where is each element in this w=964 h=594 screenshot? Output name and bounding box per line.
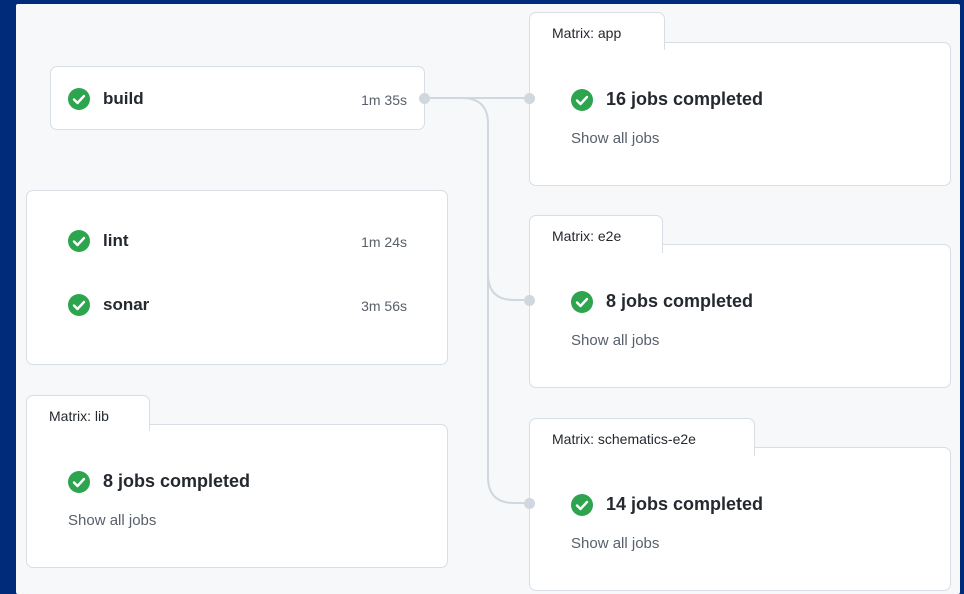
matrix-app: 16 jobs completed Show all jobs — [529, 42, 951, 186]
workflow-graph: build 1m 35s lint 1m 24s sonar 3m 56s Ma… — [16, 4, 960, 594]
matrix-title-tab: Matrix: lib — [26, 395, 150, 431]
check-circle-icon — [571, 89, 593, 111]
job-duration: 1m 24s — [361, 234, 407, 250]
matrix-lib: 8 jobs completed Show all jobs — [26, 424, 448, 568]
check-circle-icon — [68, 294, 90, 316]
connector-dot — [419, 93, 430, 104]
matrix-title: Matrix: app — [552, 25, 622, 41]
job-duration: 1m 35s — [361, 92, 407, 108]
matrix-title: Matrix: e2e — [552, 228, 622, 244]
matrix-schematics-e2e: 14 jobs completed Show all jobs — [529, 447, 951, 591]
connector-dot — [524, 498, 535, 509]
connector-dot — [524, 93, 535, 104]
job-lint[interactable]: lint 1m 24s — [27, 221, 447, 261]
matrix-title: Matrix: schematics-e2e — [552, 431, 696, 447]
matrix-title: Matrix: lib — [49, 408, 109, 424]
matrix-e2e: 8 jobs completed Show all jobs — [529, 244, 951, 388]
job-name: lint — [103, 231, 129, 250]
check-circle-icon — [571, 494, 593, 516]
matrix-title-tab: Matrix: schematics-e2e — [529, 418, 755, 456]
job-name: sonar — [103, 295, 150, 314]
show-all-jobs-link[interactable]: Show all jobs — [571, 130, 659, 147]
check-circle-icon — [68, 471, 90, 493]
check-circle-icon — [68, 88, 90, 110]
matrix-summary: 14 jobs completed — [606, 494, 764, 514]
connector-dot — [524, 295, 535, 306]
job-build[interactable]: build 1m 35s — [50, 66, 425, 130]
matrix-summary: 8 jobs completed — [103, 471, 251, 491]
job-group: lint 1m 24s sonar 3m 56s — [26, 190, 448, 365]
job-duration: 3m 56s — [361, 298, 407, 314]
show-all-jobs-link[interactable]: Show all jobs — [571, 535, 659, 552]
job-name: build — [103, 89, 144, 108]
show-all-jobs-link[interactable]: Show all jobs — [68, 512, 156, 529]
matrix-summary: 16 jobs completed — [606, 89, 764, 109]
matrix-title-tab: Matrix: e2e — [529, 215, 663, 253]
matrix-title-tab: Matrix: app — [529, 12, 665, 50]
job-sonar[interactable]: sonar 3m 56s — [27, 285, 447, 325]
check-circle-icon — [571, 291, 593, 313]
show-all-jobs-link[interactable]: Show all jobs — [571, 332, 659, 349]
check-circle-icon — [68, 230, 90, 252]
matrix-summary: 8 jobs completed — [606, 291, 754, 311]
